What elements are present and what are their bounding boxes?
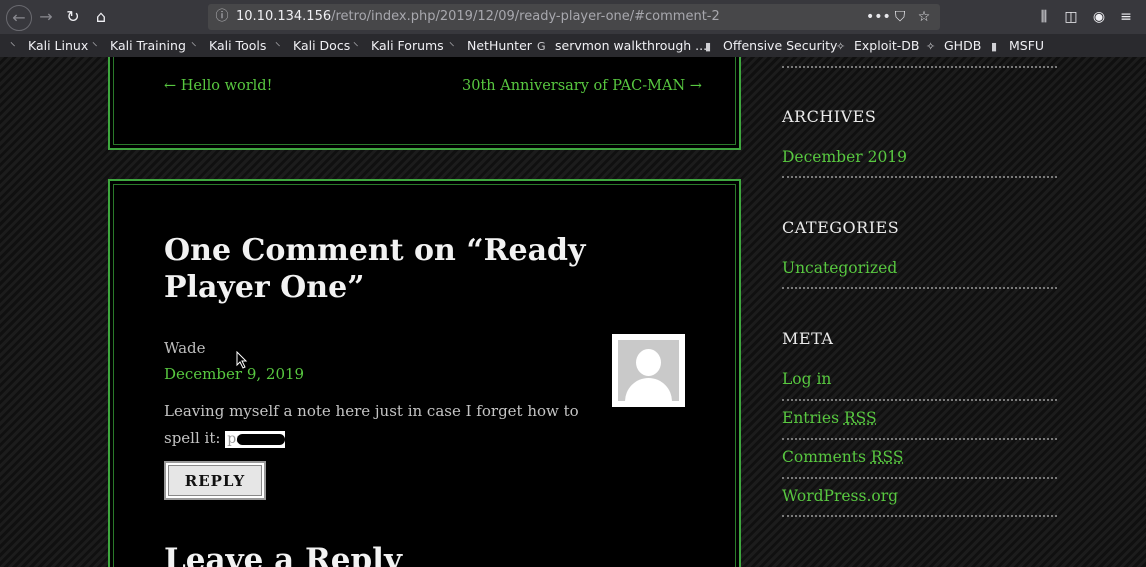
exploitdb-icon: ✧: [926, 40, 936, 53]
entries-label: Entries: [782, 409, 844, 427]
leave-reply-heading: Leave a Reply: [164, 542, 402, 567]
sidebar-divider: [782, 399, 1057, 404]
avatar-head: [636, 349, 661, 376]
bookmark-nethunter[interactable]: ⸌ NetHunter: [449, 34, 532, 57]
url-text[interactable]: 10.10.134.156/retro/index.php/2019/12/09…: [236, 4, 720, 30]
bookmark-ghdb[interactable]: ✧ GHDB: [926, 34, 981, 57]
avatar-body: [625, 378, 672, 401]
offsec-icon: ▮: [705, 40, 712, 53]
exploitdb-icon: ✧: [836, 40, 846, 53]
kali-icon: ⸌: [275, 40, 281, 53]
reload-icon[interactable]: ↻: [63, 7, 83, 27]
rss-abbr: RSS: [870, 448, 904, 466]
offsec-icon: ▮: [991, 40, 998, 53]
archive-december-2019-link[interactable]: December 2019: [782, 148, 907, 166]
bookmark-kali-docs[interactable]: ⸌ Kali Docs: [275, 34, 350, 57]
site-info-icon[interactable]: ⓘ: [213, 8, 231, 26]
comment-body: Leaving myself a note here just in case …: [164, 398, 604, 452]
bookmark-kali-linux[interactable]: ⸌ Kali Linux: [10, 34, 88, 57]
sidebar-toggle-icon[interactable]: ◫: [1061, 7, 1081, 27]
hamburger-menu-icon[interactable]: ≡: [1116, 7, 1136, 27]
kali-icon: ⸌: [92, 40, 98, 53]
comments-label: Comments: [782, 448, 871, 466]
meta-login-link[interactable]: Log in: [782, 370, 831, 388]
next-post-link[interactable]: 30th Anniversary of PAC-MAN →: [462, 78, 702, 94]
redacted-text: pa: [225, 430, 286, 448]
bookmark-kali-tools[interactable]: ⸌ Kali Tools: [191, 34, 266, 57]
sidebar-divider: [782, 515, 1057, 520]
sidebar-divider: [782, 287, 1057, 292]
library-icon[interactable]: ⫼: [1034, 7, 1054, 27]
home-icon[interactable]: ⌂: [91, 7, 111, 27]
default-user-icon: [618, 340, 679, 401]
bookmark-exploit-db[interactable]: ✧ Exploit-DB: [836, 34, 919, 57]
comment-date-link[interactable]: December 9, 2019: [164, 365, 304, 383]
categories-title: CATEGORIES: [782, 218, 900, 237]
kali-icon: ⸌: [10, 40, 16, 53]
redaction-mark: [237, 433, 286, 445]
account-icon[interactable]: ◉: [1089, 7, 1109, 27]
url-path: /retro/index.php/2019/12/09/ready-player…: [331, 9, 720, 24]
bookmark-servmon[interactable]: Gservmon walkthrough ...: [537, 34, 707, 57]
avatar: [612, 334, 685, 407]
url-bar[interactable]: ⓘ 10.10.134.156/retro/index.php/2019/12/…: [208, 4, 940, 30]
kali-icon: ⸌: [191, 40, 197, 53]
browser-chrome: ← → ↻ ⌂ ⓘ 10.10.134.156/retro/index.php/…: [0, 0, 1146, 57]
page-content: ← Hello world! 30th Anniversary of PAC-M…: [0, 57, 1146, 567]
sidebar-divider: [782, 477, 1057, 482]
comments-title: One Comment on “Ready Player One”: [164, 233, 586, 305]
bookmark-offensive-security[interactable]: ▮ Offensive Security: [705, 34, 837, 57]
previous-post-link[interactable]: ← Hello world!: [164, 78, 272, 94]
google-icon: G: [537, 40, 546, 53]
category-uncategorized-link[interactable]: Uncategorized: [782, 259, 897, 277]
post-navigation-panel: [108, 57, 741, 150]
reply-button[interactable]: REPLY: [164, 461, 266, 500]
meta-comments-rss-link[interactable]: Comments RSS: [782, 448, 904, 466]
sidebar-divider: [782, 438, 1057, 443]
rss-abbr: RSS: [843, 409, 877, 427]
bookmark-kali-forums[interactable]: ⸌ Kali Forums: [353, 34, 444, 57]
navigation-toolbar: ← → ↻ ⌂ ⓘ 10.10.134.156/retro/index.php/…: [0, 0, 1146, 34]
page-actions-icon[interactable]: •••: [866, 7, 891, 27]
url-host: 10.10.134.156: [236, 9, 332, 24]
meta-entries-rss-link[interactable]: Entries RSS: [782, 409, 877, 427]
sidebar-divider: [782, 66, 1057, 71]
comment-author: Wade: [164, 339, 206, 357]
pocket-icon[interactable]: ⛉: [890, 7, 910, 27]
bookmark-kali-training[interactable]: ⸌ Kali Training: [92, 34, 186, 57]
sidebar-divider: [782, 176, 1057, 181]
bookmark-star-icon[interactable]: ☆: [914, 7, 934, 27]
back-icon[interactable]: ←: [6, 5, 32, 31]
forward-icon[interactable]: →: [36, 7, 56, 27]
kali-icon: ⸌: [449, 40, 455, 53]
meta-wordpress-link[interactable]: WordPress.org: [782, 487, 898, 505]
meta-title: META: [782, 329, 834, 348]
mouse-cursor-icon: [236, 351, 248, 369]
bookmark-msfu[interactable]: ▮ MSFU: [991, 34, 1044, 57]
bookmarks-toolbar: ⸌ Kali Linux ⸌ Kali Training ⸌ Kali Tools ⸌…: [0, 34, 1146, 57]
archives-title: ARCHIVES: [782, 107, 877, 126]
kali-icon: ⸌: [353, 40, 359, 53]
